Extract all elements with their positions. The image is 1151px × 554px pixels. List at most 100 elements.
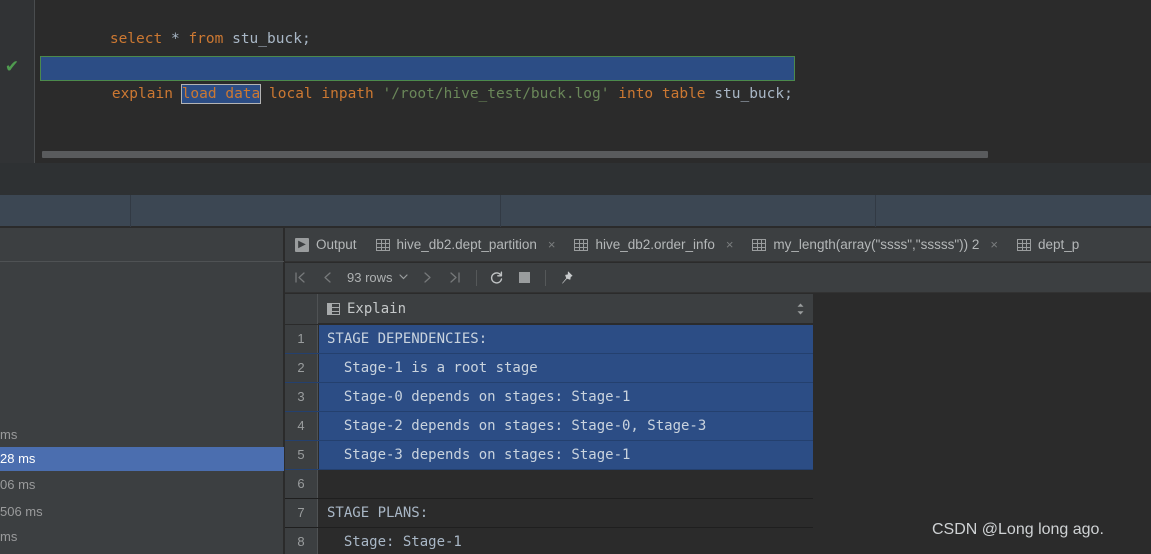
row-cell-explain[interactable]: Stage-1 is a root stage [319,354,813,382]
list-item[interactable]: ms [0,525,284,549]
first-page-icon[interactable] [285,263,313,293]
list-item-label: 506 ms [0,504,43,519]
prev-page-icon[interactable] [313,263,341,293]
list-item-label: ms [0,427,18,442]
watermark-text: CSDN @Long long ago. [932,521,1104,538]
tab-label: Output [316,237,357,252]
scrollbar-thumb[interactable] [42,151,988,158]
table-icon [574,238,589,251]
code-area[interactable]: select * from stu_buck; explain load dat… [36,0,1151,145]
table-row[interactable]: 4 Stage-2 depends on stages: Stage-0, St… [285,412,813,441]
editor-horizontal-scrollbar[interactable] [36,145,1151,163]
toolbar-divider-2 [544,269,546,286]
row-number: 1 [285,325,318,353]
row-cell-explain[interactable]: STAGE PLANS: [319,499,813,527]
sort-icon[interactable] [796,302,805,316]
list-item-selected[interactable]: 28 ms [0,447,284,471]
grid-header-row: Explain [285,294,813,324]
column-header-explain[interactable]: Explain [319,294,813,324]
close-icon[interactable]: × [726,237,734,252]
tab-label: my_length(array("ssss","sssss")) 2 [773,237,980,252]
tab-dept-partition[interactable]: hive_db2.dept_partition × [366,228,565,261]
row-count-label: 93 rows [347,270,393,285]
app-window: ✔ select * from stu_buck; explain load d… [0,0,1151,554]
editor-gutter [0,0,35,163]
list-item[interactable]: 506 ms [0,500,284,524]
list-item-label: 28 ms [0,451,36,466]
pin-icon[interactable] [552,263,580,293]
sql-keyword-select: select [109,31,163,47]
table-row[interactable]: 8 Stage: Stage-1 [285,528,813,554]
tab-order-info[interactable]: hive_db2.order_info × [564,228,742,261]
row-cell-explain[interactable]: Stage-0 depends on stages: Stage-1 [319,383,813,411]
sql-keyword-explain: explain [111,86,173,102]
next-page-icon[interactable] [414,263,442,293]
results-toolbar[interactable]: 93 rows [285,263,1151,293]
close-icon[interactable]: × [990,237,998,252]
last-page-icon[interactable] [442,263,470,293]
row-cell-explain[interactable]: Stage-3 depends on stages: Stage-1 [319,441,813,469]
sql-star: * [170,31,180,47]
table-icon [375,238,390,251]
sql-target-table: stu_buck [714,86,785,102]
row-number: 7 [285,499,318,527]
tab-label: hive_db2.dept_partition [396,237,537,252]
grid-corner-cell[interactable] [285,294,318,324]
column-icon [327,303,340,315]
table-row[interactable]: 5 Stage-3 depends on stages: Stage-1 [285,441,813,470]
gap-band [0,163,1151,195]
tab-dept-p[interactable]: dept_p [1007,228,1088,261]
tab-my-length[interactable]: my_length(array("ssss","sssss")) 2 × [742,228,1007,261]
row-number: 2 [285,354,318,382]
row-cell-explain[interactable]: Stage-2 depends on stages: Stage-0, Stag… [319,412,813,440]
check-icon: ✔ [4,57,20,76]
row-cell-explain[interactable]: Stage: Stage-1 [319,528,813,554]
status-band [0,195,1151,227]
band-divider-3 [875,195,876,227]
tab-label: hive_db2.order_info [595,237,715,252]
row-number: 6 [285,470,318,498]
left-panel-separator-1 [0,261,284,262]
table-row[interactable]: 6 [285,470,813,499]
sql-keyword-local: local [269,86,313,102]
table-icon [1016,238,1031,251]
sql-keyword-table: table [661,86,706,102]
band-divider-2 [500,195,501,227]
close-icon[interactable]: × [548,237,556,252]
chevron-down-icon [398,272,408,283]
row-cell-explain[interactable] [319,470,813,498]
sql-table-name: stu_buck [232,31,302,47]
code-line-1[interactable]: select * from stu_buck; [36,2,311,47]
tab-output[interactable]: ▶ Output [285,228,366,261]
row-number: 4 [285,412,318,440]
sql-keyword-load-data: load data [180,84,262,104]
results-pane: ▶ Output hive_db2.dept_partition × hive_… [285,228,1151,554]
explain-result-grid[interactable]: Explain 1 STAGE DEPENDENCIES: 2 Stage-1 … [285,294,1151,554]
reload-icon[interactable] [483,263,511,293]
left-history-panel[interactable]: ms 28 ms 06 ms 506 ms ms 607 ms [0,228,284,554]
sql-editor-pane[interactable]: ✔ select * from stu_buck; explain load d… [0,0,1151,163]
table-row[interactable]: 2 Stage-1 is a root stage [285,354,813,383]
table-row[interactable]: 7 STAGE PLANS: [285,499,813,528]
column-header-label: Explain [347,301,407,317]
stop-icon[interactable] [511,263,539,293]
list-item[interactable]: 607 ms [0,548,284,554]
row-number: 5 [285,441,318,469]
row-number: 3 [285,383,318,411]
band-divider-1 [130,195,131,227]
results-tabbar[interactable]: ▶ Output hive_db2.dept_partition × hive_… [285,228,1151,262]
list-item-label: ms [0,529,18,544]
row-count-dropdown[interactable]: 93 rows [341,263,414,293]
code-line-2-selected[interactable]: explain load data local inpath '/root/hi… [40,56,795,104]
table-row[interactable]: 1 STAGE DEPENDENCIES: [285,325,813,354]
table-row[interactable]: 3 Stage-0 depends on stages: Stage-1 [285,383,813,412]
sql-keyword-from: from [188,31,224,47]
sql-string-path: '/root/hive_test/buck.log' [382,86,610,102]
list-item-label: 06 ms [0,477,36,492]
list-item[interactable]: 06 ms [0,473,284,497]
toolbar-divider-1 [475,269,477,286]
row-number: 8 [285,528,318,554]
table-icon [752,238,767,251]
row-cell-explain[interactable]: STAGE DEPENDENCIES: [319,325,813,353]
list-item[interactable]: ms [0,423,284,447]
